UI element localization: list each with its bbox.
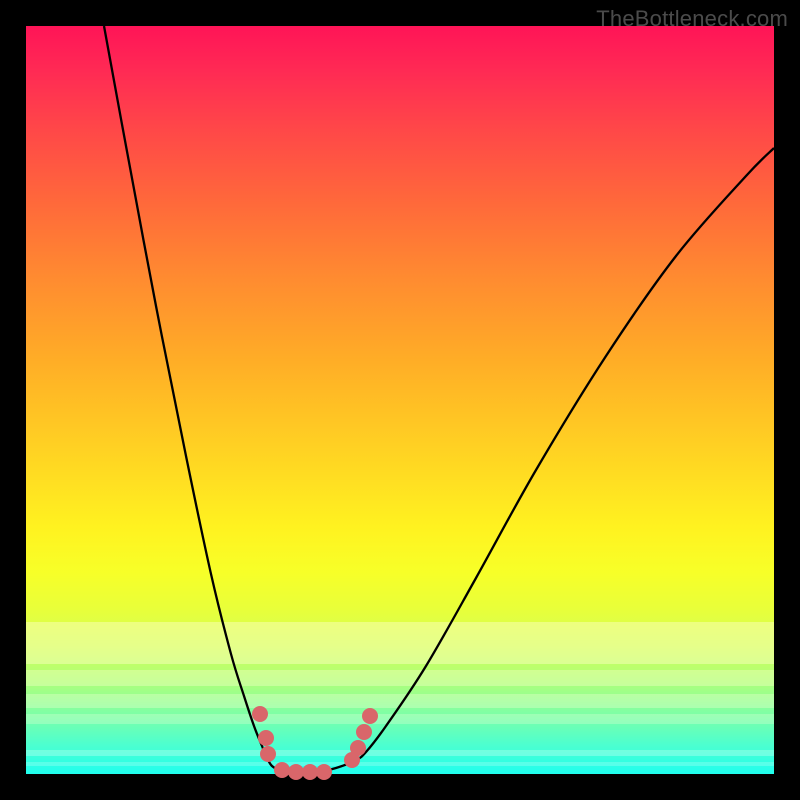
overlay-band: [26, 762, 774, 766]
plot-area: [26, 26, 774, 774]
data-marker: [258, 730, 274, 746]
data-marker: [356, 724, 372, 740]
chart-svg: [26, 26, 774, 774]
data-marker: [344, 752, 360, 768]
overlay-band: [26, 714, 774, 724]
data-marker: [260, 746, 276, 762]
overlay-band: [26, 750, 774, 756]
data-marker: [252, 706, 268, 722]
overlay-band: [26, 694, 774, 708]
data-marker: [316, 764, 332, 780]
overlay-band: [26, 622, 774, 664]
data-marker: [350, 740, 366, 756]
data-marker: [302, 764, 318, 780]
data-marker: [362, 708, 378, 724]
marker-group: [252, 706, 378, 780]
figure-root: TheBottleneck.com: [0, 0, 800, 800]
bottleneck-curve: [104, 26, 774, 772]
overlay-band: [26, 670, 774, 686]
data-marker: [288, 764, 304, 780]
data-marker: [274, 762, 290, 778]
